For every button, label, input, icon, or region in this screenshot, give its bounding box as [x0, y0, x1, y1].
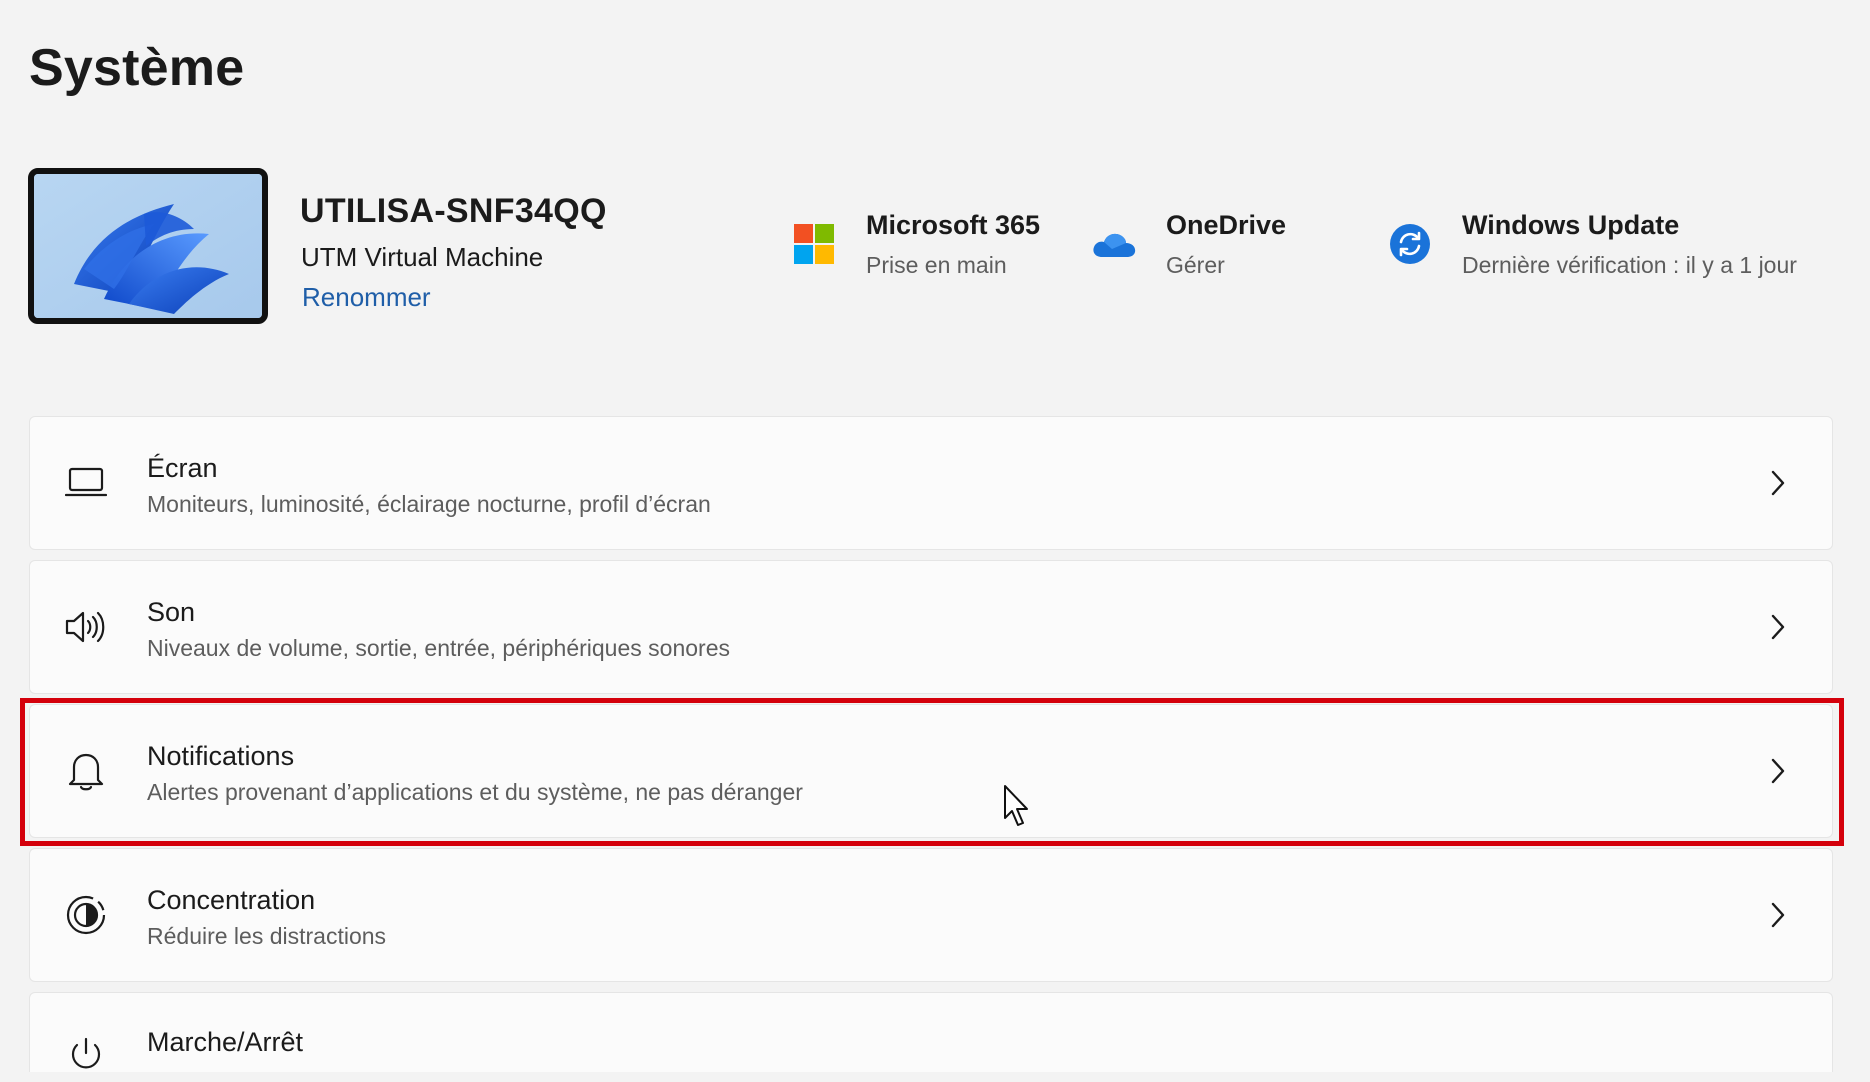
- settings-item-description: Moniteurs, luminosité, éclairage nocturn…: [147, 491, 711, 517]
- speaker-icon: [64, 605, 108, 649]
- microsoft-logo-icon: [792, 222, 836, 266]
- quick-link-title: Microsoft 365: [866, 210, 1041, 240]
- settings-item-title: Son: [147, 597, 196, 627]
- chevron-right-icon: [1771, 470, 1785, 496]
- settings-item-marche-arret[interactable]: Marche/Arrêt: [29, 992, 1833, 1072]
- settings-item-title: Concentration: [147, 885, 316, 915]
- microsoft-365-link[interactable]: Microsoft 365 Prise en main: [792, 208, 1040, 280]
- bell-icon: [64, 749, 108, 793]
- settings-item-description: Niveaux de volume, sortie, entrée, périp…: [147, 635, 730, 661]
- windows-bloom-wallpaper-icon: [34, 174, 262, 318]
- windows-update-link[interactable]: Windows Update Dernière vérification : i…: [1388, 208, 1797, 280]
- page-title: Système: [29, 39, 245, 97]
- windows-update-icon: [1388, 222, 1432, 266]
- settings-item-son[interactable]: Son Niveaux de volume, sortie, entrée, p…: [29, 560, 1833, 694]
- settings-item-notifications[interactable]: Notifications Alertes provenant d’applic…: [29, 704, 1833, 838]
- quick-link-subtitle: Dernière vérification : il y a 1 jour: [1462, 252, 1797, 278]
- settings-list: Écran Moniteurs, luminosité, éclairage n…: [29, 416, 1833, 1082]
- settings-item-title: Notifications: [147, 741, 295, 771]
- focus-icon: [64, 893, 108, 937]
- onedrive-cloud-icon: [1092, 222, 1136, 266]
- device-name: UTILISA-SNF34QQ: [300, 192, 607, 230]
- chevron-right-icon: [1771, 902, 1785, 928]
- settings-item-ecran[interactable]: Écran Moniteurs, luminosité, éclairage n…: [29, 416, 1833, 550]
- device-model: UTM Virtual Machine: [301, 242, 544, 272]
- quick-link-subtitle: Prise en main: [866, 252, 1007, 278]
- onedrive-link[interactable]: OneDrive Gérer: [1092, 208, 1286, 280]
- settings-item-description: Alertes provenant d’applications et du s…: [147, 779, 803, 805]
- chevron-right-icon: [1771, 614, 1785, 640]
- display-icon: [64, 461, 108, 505]
- quick-link-title: OneDrive: [1166, 210, 1287, 240]
- quick-link-title: Windows Update: [1462, 210, 1680, 240]
- chevron-right-icon: [1771, 758, 1785, 784]
- rename-device-link[interactable]: Renommer: [302, 282, 431, 313]
- power-icon: [64, 1033, 108, 1077]
- device-wallpaper-thumbnail: [28, 168, 268, 324]
- settings-item-concentration[interactable]: Concentration Réduire les distractions: [29, 848, 1833, 982]
- quick-link-subtitle: Gérer: [1166, 252, 1225, 278]
- settings-item-title: Marche/Arrêt: [147, 1027, 304, 1057]
- settings-item-title: Écran: [147, 453, 218, 483]
- settings-item-description: Réduire les distractions: [147, 923, 387, 949]
